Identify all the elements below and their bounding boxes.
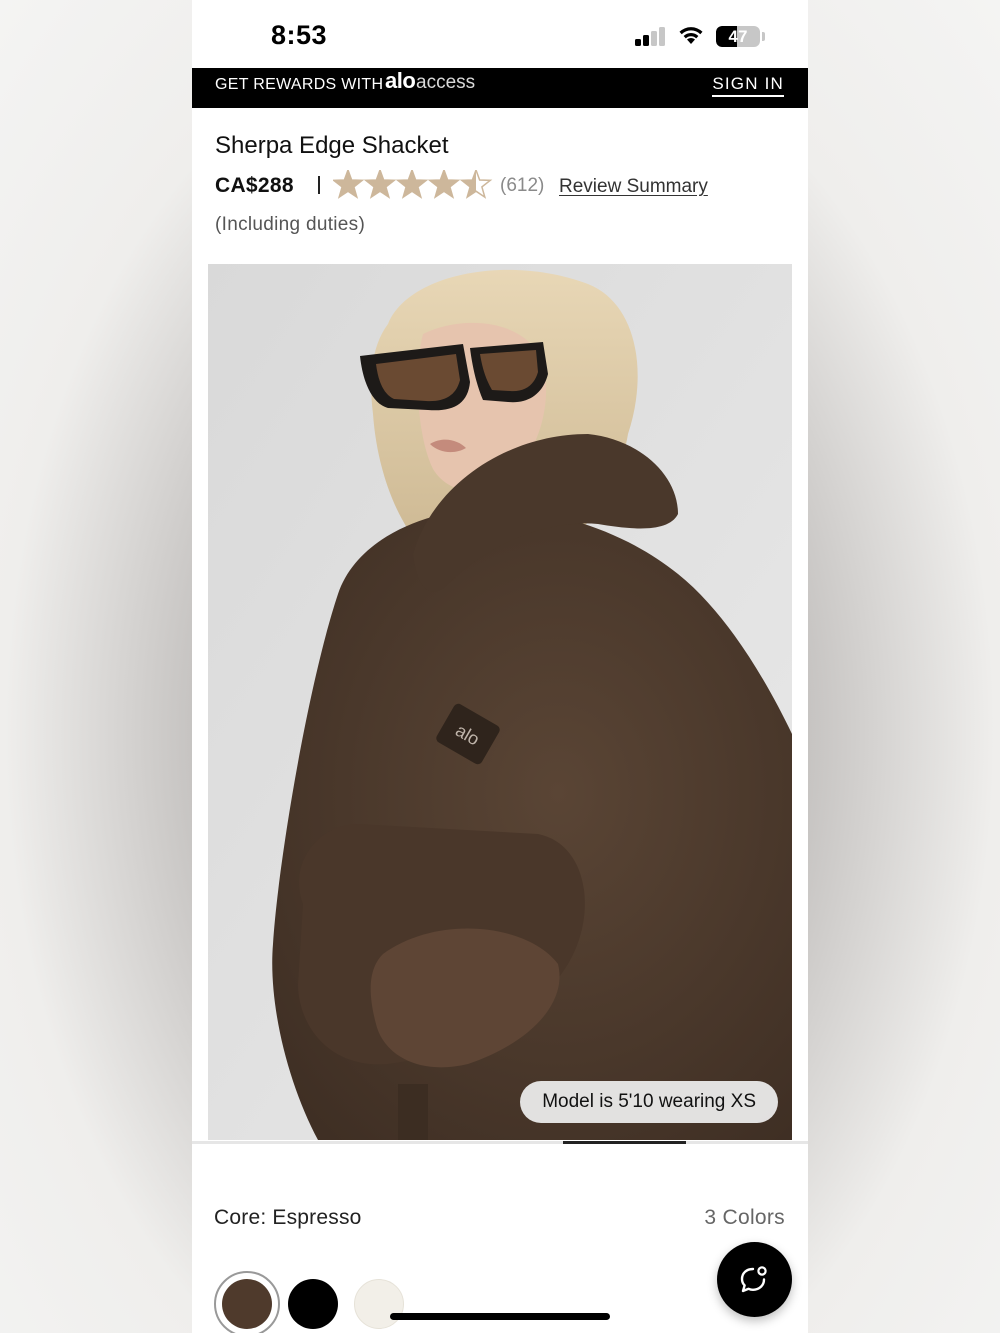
color-swatch-black[interactable] (288, 1279, 338, 1329)
sign-in-link[interactable]: SIGN IN (712, 74, 784, 97)
star-icon (365, 170, 395, 198)
wifi-icon (679, 27, 703, 44)
review-count: (612) (500, 175, 545, 196)
status-bar: 8:53 47 (192, 0, 808, 68)
cellular-signal-icon (635, 26, 667, 46)
star-icon (397, 170, 427, 198)
model-photo: alo (208, 264, 792, 1140)
review-summary-link[interactable]: Review Summary (559, 176, 708, 198)
carousel-position-indicator[interactable] (563, 1141, 686, 1144)
divider (318, 176, 320, 194)
battery-tip (762, 32, 765, 41)
star-icon (429, 170, 459, 198)
color-swatch-ivory[interactable] (354, 1279, 404, 1329)
product-image[interactable]: alo Model is 5'10 wearing XS (208, 264, 792, 1140)
model-size-note: Model is 5'10 wearing XS (520, 1081, 778, 1123)
alo-logo: alo (385, 68, 416, 93)
duties-note: (Including duties) (215, 214, 366, 235)
battery-icon: 47 (716, 26, 760, 47)
rating-stars[interactable] (333, 170, 493, 202)
color-swatch-espresso[interactable] (222, 1279, 272, 1329)
star-icon (333, 170, 363, 198)
home-indicator[interactable] (390, 1313, 610, 1320)
rewards-banner[interactable]: GET REWARDS WITH alo access SIGN IN (192, 68, 808, 108)
product-title: Sherpa Edge Shacket (215, 132, 449, 159)
color-count: 3 Colors (704, 1206, 785, 1229)
phone-screen: 8:53 47 GET REWARDS WITH alo access SIGN… (192, 0, 808, 1333)
chat-button[interactable] (717, 1242, 792, 1317)
selected-color-label: Core: Espresso (214, 1206, 362, 1229)
battery-level: 47 (728, 27, 748, 46)
access-logo: access (416, 72, 476, 93)
image-carousel-scrollbar[interactable] (192, 1141, 808, 1144)
chat-bubble-icon (740, 1266, 767, 1293)
rewards-text: GET REWARDS WITH (215, 76, 384, 93)
status-time: 8:53 (271, 20, 328, 50)
product-price: CA$288 (215, 174, 294, 197)
price-rating-row: CA$288 (612) Review Summary (215, 170, 795, 202)
